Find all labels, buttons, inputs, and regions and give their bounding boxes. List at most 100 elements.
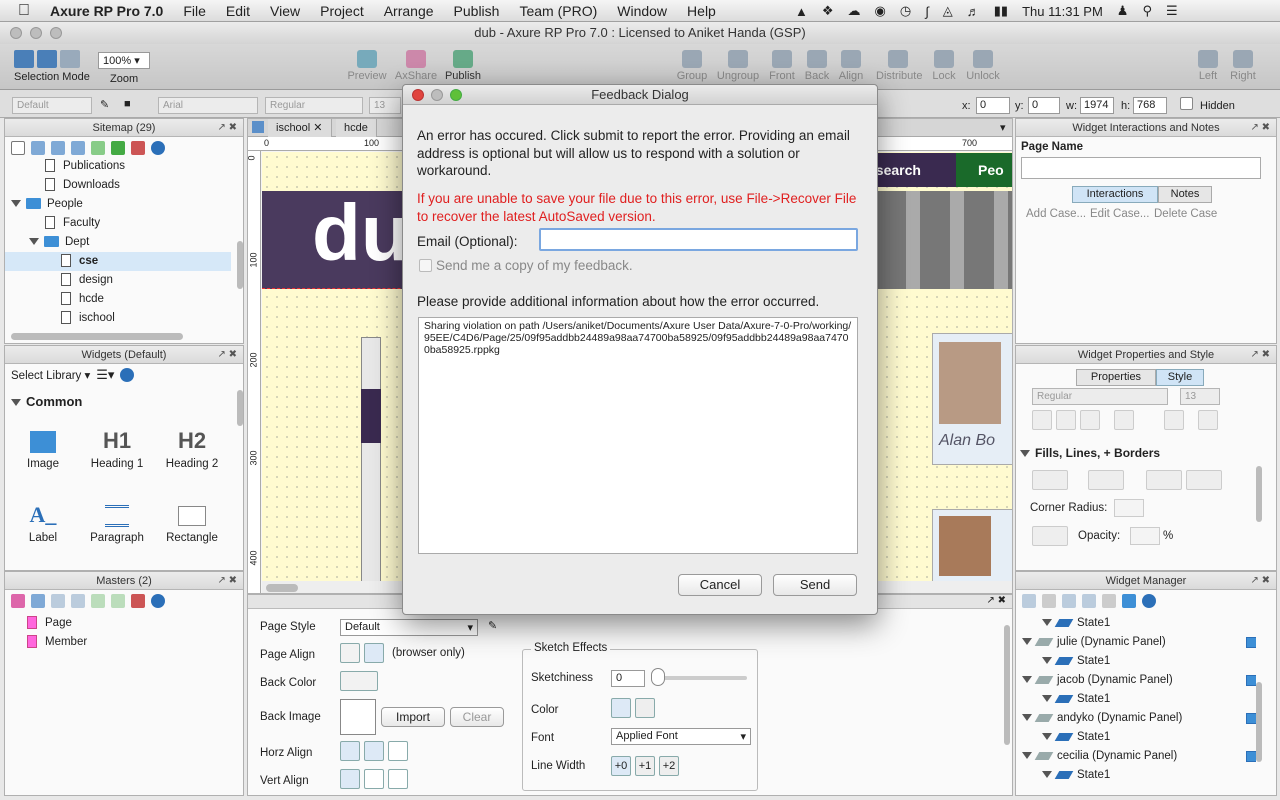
menu-file[interactable]: File [173, 3, 216, 19]
sidebar-block[interactable] [361, 337, 381, 587]
tab-interactions[interactable]: Interactions [1072, 186, 1158, 203]
outdent-icon[interactable] [111, 594, 125, 608]
details-textarea[interactable]: Sharing violation on path /Users/aniket/… [418, 317, 858, 554]
widget-menu-icon[interactable]: ☰▾ [96, 367, 114, 383]
expand-arrow-icon[interactable] [1022, 676, 1032, 684]
w-field[interactable]: 1974 [1080, 97, 1114, 114]
widget-properties-scrollbar[interactable] [1256, 466, 1262, 522]
add-page-icon[interactable] [11, 141, 25, 155]
ungroup-button[interactable]: Ungroup [716, 50, 760, 82]
search-icon[interactable] [1142, 594, 1156, 608]
connector-icon[interactable] [60, 50, 80, 68]
panel-controls-icon[interactable]: ↗ ✖ [1250, 346, 1270, 364]
add-master-icon[interactable] [11, 594, 25, 608]
spotlight-icon[interactable]: ⚲ [1142, 3, 1152, 19]
widgets-scrollbar[interactable] [237, 390, 243, 426]
widget-label-item[interactable]: A_ Label [7, 498, 79, 544]
widget-image[interactable]: Image [7, 424, 79, 470]
font-weight-select[interactable]: Regular [1032, 388, 1168, 405]
master-item[interactable]: Page [27, 614, 72, 633]
expand-arrow-icon[interactable] [1042, 657, 1052, 665]
send-copy-checkbox[interactable] [419, 259, 432, 272]
page-style-edit-icon[interactable]: ✎ [488, 619, 497, 632]
indent-icon[interactable] [91, 594, 105, 608]
dialog-zoom-button[interactable] [450, 89, 462, 101]
line-style-icon[interactable] [1088, 470, 1124, 490]
fills-section[interactable]: Fills, Lines, + Borders [1020, 446, 1160, 460]
menu-view[interactable]: View [260, 3, 310, 19]
dialog-close-button[interactable] [412, 89, 424, 101]
line-width-2[interactable]: +2 [659, 756, 679, 776]
sitemap-item[interactable]: Downloads [45, 176, 120, 195]
notifications-icon[interactable]: ☰ [1166, 3, 1178, 19]
expand-arrow-icon[interactable] [1042, 733, 1052, 741]
expand-arrow-icon[interactable] [1022, 638, 1032, 646]
corner-radius-field[interactable] [1114, 499, 1144, 517]
vert-align-top-icon[interactable] [340, 769, 360, 789]
sidebar-block-active[interactable] [361, 389, 381, 443]
tab-ischool[interactable]: ischool ✕ [268, 119, 332, 137]
expand-arrow-icon[interactable] [11, 200, 21, 208]
horz-align-right-icon[interactable] [388, 741, 408, 761]
menu-app-name[interactable]: Axure RP Pro 7.0 [40, 3, 173, 19]
shadow-icon[interactable] [1032, 526, 1068, 546]
panel-controls-icon[interactable]: ↗ ✖ [986, 595, 1006, 606]
wifi-icon[interactable]: ◬ [943, 3, 953, 19]
delete-master-icon[interactable] [131, 594, 145, 608]
widget-rectangle[interactable]: Rectangle [156, 498, 228, 544]
expand-arrow-icon[interactable] [1042, 695, 1052, 703]
line-width-1[interactable]: +1 [635, 756, 655, 776]
delete-icon[interactable] [1102, 594, 1116, 608]
widget-paragraph[interactable]: Paragraph [81, 498, 153, 544]
select-intersect-icon[interactable] [14, 50, 34, 68]
menu-window[interactable]: Window [607, 3, 677, 19]
edit-case-link[interactable]: Edit Case... [1090, 208, 1149, 220]
expand-arrow-icon[interactable] [29, 238, 39, 246]
preview-button[interactable]: Preview [345, 50, 389, 82]
dynamic-panel-row[interactable]: julie (Dynamic Panel) [1022, 633, 1256, 652]
tab-menu-icon[interactable]: ▾ [1000, 121, 1006, 134]
font-size-select[interactable]: 13 [369, 97, 401, 114]
vert-align-middle-icon[interactable] [364, 769, 384, 789]
move-down-icon[interactable] [1082, 594, 1096, 608]
expand-arrow-icon[interactable] [1042, 771, 1052, 779]
color-mode-icon[interactable] [611, 698, 631, 718]
hidden-checkbox[interactable] [1180, 97, 1193, 110]
sitemap-item[interactable]: Publications [45, 159, 125, 176]
vert-align-bottom-icon[interactable] [388, 769, 408, 789]
search-icon[interactable] [151, 594, 165, 608]
user-icon[interactable]: ♟ [1117, 3, 1129, 19]
unlock-button[interactable]: Unlock [961, 50, 1005, 82]
import-button[interactable]: Import [381, 707, 445, 727]
zoom-select[interactable]: 100% ▾ [98, 52, 150, 69]
move-up-icon[interactable] [1062, 594, 1076, 608]
line-width-icon[interactable] [1146, 470, 1182, 490]
email-input[interactable] [539, 228, 858, 251]
sitemap-item[interactable]: Faculty [45, 214, 100, 233]
sitemap-item-selected[interactable]: cse [5, 252, 231, 271]
delete-page-icon[interactable] [131, 141, 145, 155]
cloud-icon[interactable]: ☁ [848, 3, 861, 19]
panel-controls-icon[interactable]: ↗ ✖ [1250, 572, 1270, 590]
clock[interactable]: Thu 11:31 PM [1022, 4, 1103, 19]
tab-style[interactable]: Style [1156, 369, 1204, 386]
distribute-button[interactable]: Distribute [876, 50, 922, 82]
axshare-button[interactable]: AxShare [394, 50, 438, 82]
clear-button[interactable]: Clear [450, 707, 504, 727]
font-select[interactable]: Applied Font ▾ [611, 728, 751, 745]
horz-align-left-icon[interactable] [340, 741, 360, 761]
horz-align-center-icon[interactable] [364, 741, 384, 761]
visibility-toggle-icon[interactable] [1246, 751, 1256, 762]
page-name-field[interactable] [1021, 157, 1261, 179]
sketchiness-field[interactable]: 0 [611, 670, 645, 687]
sitemap-item[interactable]: ischool [61, 309, 115, 328]
font-weight-select[interactable]: Regular [265, 97, 363, 114]
align-center-icon[interactable] [364, 643, 384, 663]
font-size-select[interactable]: 13 [1180, 388, 1220, 405]
menu-edit[interactable]: Edit [216, 3, 260, 19]
panel-controls-icon[interactable]: ↗ ✖ [217, 119, 237, 137]
state-row[interactable]: State1 [1042, 652, 1110, 671]
bluetooth-icon[interactable]: ∫ [925, 4, 929, 19]
style-select[interactable]: Default [12, 97, 92, 114]
tab-properties[interactable]: Properties [1076, 369, 1156, 386]
